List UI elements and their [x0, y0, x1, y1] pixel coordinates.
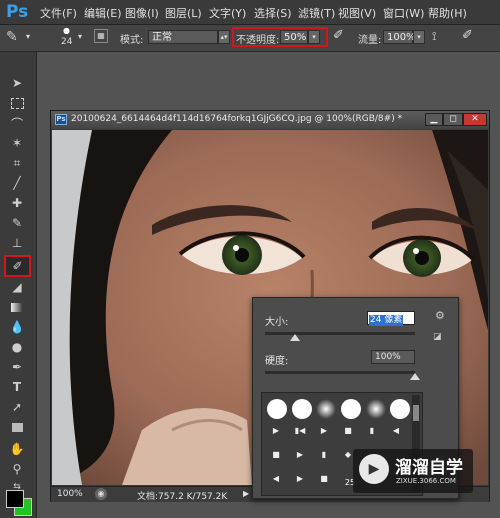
history-brush-tool-icon[interactable]: ✎	[6, 29, 18, 45]
brush-preset-shape[interactable]: ■	[316, 473, 332, 485]
hardness-slider-thumb[interactable]	[410, 373, 420, 380]
eyedropper-tool-icon[interactable]: ╱	[6, 174, 28, 192]
opacity-highlight-box	[232, 27, 328, 47]
gradient-tool-icon[interactable]	[6, 298, 28, 316]
toolbox: ➤ ⌒ ✶ ⌗ ╱ ✚ ✎ ⊥ ✐ ◢ 💧 ● ✒ T ➚ ✋ ⚲ ⇆	[0, 52, 37, 518]
brush-preset-shape[interactable]: ▮	[364, 425, 380, 437]
size-label: 大小:	[265, 317, 289, 328]
size-slider-track[interactable]	[265, 332, 415, 335]
maximize-button[interactable]: ◻	[443, 113, 463, 126]
menu-filter[interactable]: 滤镜(T)	[298, 5, 335, 21]
zoom-tool-icon[interactable]: ⚲	[6, 460, 28, 478]
menu-image[interactable]: 图像(I)	[125, 5, 159, 21]
hardness-label: 硬度:	[265, 356, 289, 367]
zoom-level[interactable]: 100%	[57, 489, 83, 499]
type-tool-icon[interactable]: T	[6, 378, 28, 396]
watermark-play-icon: ▶	[359, 454, 389, 484]
minimize-button[interactable]: ▁	[425, 113, 443, 126]
marquee-tool-icon[interactable]	[6, 94, 28, 112]
menu-bar: Ps 文件(F) 编辑(E) 图像(I) 图层(L) 文字(Y) 选择(S) 滤…	[0, 0, 500, 25]
brush-preset-shape[interactable]: ◀	[388, 425, 404, 437]
size-input[interactable]: 24 像素	[369, 315, 404, 326]
status-menu-arrow-icon[interactable]: ▶	[243, 489, 249, 498]
brush-tool-icon[interactable]: ✎	[6, 214, 28, 232]
move-tool-icon[interactable]: ➤	[6, 74, 28, 92]
menu-edit[interactable]: 编辑(E)	[84, 5, 122, 21]
hand-tool-icon[interactable]: ✋	[6, 440, 28, 458]
brush-size-readout[interactable]: 24	[61, 37, 72, 47]
brush-preset-soft[interactable]	[366, 399, 386, 419]
clone-stamp-tool-icon[interactable]: ⊥	[6, 234, 28, 252]
menu-view[interactable]: 视图(V)	[338, 5, 376, 21]
brush-preview-icon[interactable]: ●	[63, 26, 70, 35]
brush-preset-soft[interactable]	[316, 399, 336, 419]
tool-preset-dropdown-icon[interactable]: ▾	[26, 32, 30, 41]
brush-preset-shape[interactable]: ◀	[268, 473, 284, 485]
document-title: 20100624_6614464d4f114d16764forkq1GJjG6C…	[71, 114, 403, 124]
brush-preset-hard[interactable]	[267, 399, 287, 419]
size-slider-thumb[interactable]	[290, 334, 300, 341]
close-button[interactable]: ✕	[463, 113, 487, 126]
mode-label: 模式:	[120, 35, 144, 46]
watermark-title: 溜溜自学	[395, 458, 463, 478]
brush-preset-hard[interactable]	[292, 399, 312, 419]
mode-dropdown-icon[interactable]: ▴▾	[218, 30, 230, 44]
status-info-icon[interactable]: ◉	[95, 488, 107, 500]
brush-panel-toggle-icon[interactable]: ▦	[94, 29, 108, 43]
menu-help[interactable]: 帮助(H)	[428, 5, 467, 21]
pen-tool-icon[interactable]: ✒	[6, 358, 28, 376]
menu-file[interactable]: 文件(F)	[40, 5, 77, 21]
menu-type[interactable]: 文字(Y)	[209, 5, 246, 21]
brush-preset-shape[interactable]: ■	[340, 425, 356, 437]
size-input-box[interactable]: 24 像素	[367, 311, 415, 326]
blur-tool-icon[interactable]: 💧	[6, 318, 28, 336]
flow-label: 流量:	[358, 35, 382, 46]
airbrush-icon[interactable]: ⟟	[432, 29, 436, 44]
new-brush-preset-icon[interactable]: ◪	[433, 332, 442, 342]
brush-preset-shape[interactable]: ▶	[292, 473, 308, 485]
brush-preset-shape[interactable]: ■	[268, 449, 284, 461]
brush-preset-hard[interactable]	[341, 399, 361, 419]
document-size-info: 文档:757.2 K/757.2K	[137, 492, 228, 502]
flow-slider-dropdown-icon[interactable]: ▾	[413, 30, 425, 44]
ps-document-icon: Ps	[55, 114, 67, 125]
options-bar: ✎ ▾ ● 24 ▾ ▦ 模式: 正常 ▴▾ 不透明度: 50% ▾ ✐ 流量:…	[0, 25, 500, 52]
path-selection-tool-icon[interactable]: ➚	[6, 398, 28, 416]
watermark-subtitle: ZIXUE.3066.COM	[396, 477, 456, 485]
healing-brush-tool-icon[interactable]: ✚	[6, 194, 28, 212]
brush-preset-shape[interactable]: ▶	[268, 425, 284, 437]
magic-wand-tool-icon[interactable]: ✶	[6, 134, 28, 152]
lasso-tool-icon[interactable]: ⌒	[6, 114, 28, 132]
brush-preset-hard[interactable]	[390, 399, 410, 419]
watermark: ▶ 溜溜自学 ZIXUE.3066.COM	[353, 449, 473, 493]
pressure-opacity-icon[interactable]: ✐	[333, 28, 344, 43]
rectangle-tool-icon[interactable]	[6, 418, 28, 436]
menu-window[interactable]: 窗口(W)	[383, 5, 424, 21]
dodge-tool-icon[interactable]: ●	[6, 338, 28, 356]
brush-preset-shape[interactable]: ▶	[316, 425, 332, 437]
hardness-input[interactable]: 100%	[371, 350, 415, 364]
mode-select[interactable]: 正常	[148, 30, 218, 44]
brush-preset-shape[interactable]: ▮◀	[292, 425, 308, 437]
brush-picker-dropdown-icon[interactable]: ▾	[78, 32, 82, 41]
brush-preset-shape[interactable]: ▶	[292, 449, 308, 461]
flow-input[interactable]: 100%	[383, 30, 416, 44]
eraser-tool-icon[interactable]: ◢	[6, 278, 28, 296]
foreground-color-swatch[interactable]	[6, 490, 24, 508]
presets-scrollbar-thumb[interactable]	[413, 405, 419, 421]
pressure-size-icon[interactable]: ✐	[462, 28, 473, 43]
brush-settings-gear-icon[interactable]: ⚙	[435, 309, 445, 322]
document-title-bar[interactable]: Ps 20100624_6614464d4f114d16764forkq1GJj…	[51, 111, 489, 129]
history-brush-tool-icon-selected[interactable]: ✐	[4, 255, 31, 277]
menu-layer[interactable]: 图层(L)	[165, 5, 202, 21]
crop-tool-icon[interactable]: ⌗	[6, 154, 28, 172]
brush-preset-shape[interactable]: ▮	[316, 449, 332, 461]
hardness-slider-track[interactable]	[265, 371, 415, 374]
photoshop-logo: Ps	[6, 2, 29, 22]
menu-select[interactable]: 选择(S)	[254, 5, 292, 21]
